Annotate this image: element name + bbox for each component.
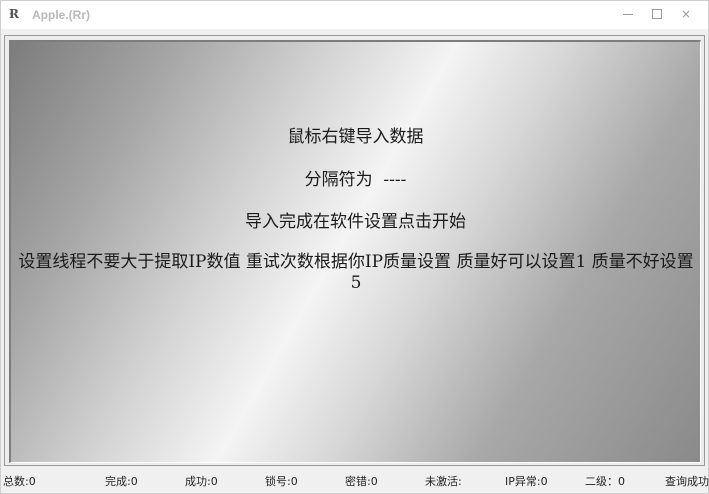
status-locked: 锁号:0 xyxy=(265,475,298,488)
instruction-thread-settings: 设置线程不要大于提取IP数值 重试次数根据你IP质量设置 质量好可以设置1 质量… xyxy=(18,252,694,293)
status-success: 成功:0 xyxy=(185,475,218,488)
status-level2: 二级：0 xyxy=(585,475,625,488)
title-bar[interactable]: Ɍ Apple.(Rr) × xyxy=(1,1,708,29)
instruction-start: 导入完成在软件设置点击开始 xyxy=(245,212,466,232)
minimize-button[interactable] xyxy=(613,1,643,27)
import-data-panel[interactable]: 鼠标右键导入数据 分隔符为 ---- 导入完成在软件设置点击开始 设置线程不要大… xyxy=(9,40,701,463)
status-done: 完成:0 xyxy=(105,475,138,488)
status-ip-error: IP异常:0 xyxy=(505,475,548,488)
instruction-right-click-import: 鼠标右键导入数据 xyxy=(287,127,424,147)
status-total: 总数:0 xyxy=(3,475,36,488)
maximize-button[interactable] xyxy=(642,1,672,27)
status-inactive: 未激活: xyxy=(425,475,462,488)
instruction-separator: 分隔符为 ---- xyxy=(304,170,407,190)
app-icon: Ɍ xyxy=(9,7,19,21)
status-query-success: 查询成功 xyxy=(665,475,709,488)
close-icon: × xyxy=(680,7,692,21)
status-wrong-password: 密错:0 xyxy=(345,475,378,488)
status-bar: 总数:0 完成:0 成功:0 锁号:0 密错:0 未激活: IP异常:0 二级：… xyxy=(1,471,709,493)
window-title: Apple.(Rr) xyxy=(32,8,90,22)
close-button[interactable]: × xyxy=(671,1,701,27)
app-window: Ɍ Apple.(Rr) × 鼠标右键导入数据 分隔符为 ---- 导入完成在软… xyxy=(0,0,709,494)
maximize-icon xyxy=(652,9,662,19)
minimize-icon xyxy=(623,14,633,15)
